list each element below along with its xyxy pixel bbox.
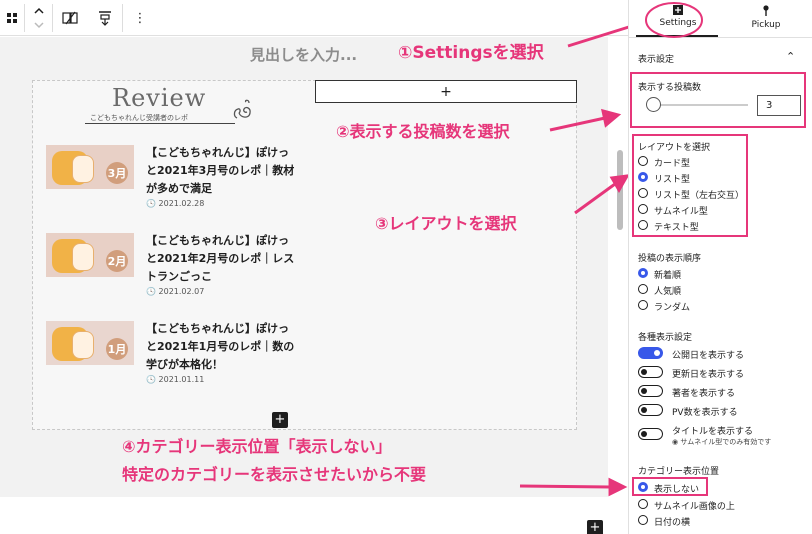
toggle-label: 公開日を表示する xyxy=(672,351,745,361)
layout-radio-card[interactable] xyxy=(638,156,648,166)
order-option-label: 人気順 xyxy=(654,287,682,297)
order-option-label: 新着順 xyxy=(654,271,682,281)
category-radio-hide[interactable] xyxy=(638,482,648,492)
post-count-slider-thumb[interactable] xyxy=(646,97,661,112)
highlight-circle xyxy=(645,2,703,38)
toggle-label: PV数を表示する xyxy=(672,408,738,418)
category-position-label: カテゴリー表示位置 xyxy=(638,467,720,477)
toggle-updated-date[interactable] xyxy=(638,366,663,378)
toggle-knob xyxy=(654,350,660,356)
order-radio-popular[interactable] xyxy=(638,284,648,294)
layout-option-label: リスト型 xyxy=(654,175,691,185)
toggle-knob xyxy=(641,407,647,413)
toggle-pv-count[interactable] xyxy=(638,404,663,416)
section-title[interactable]: 表示設定 xyxy=(638,52,674,65)
layout-label: レイアウトを選択 xyxy=(638,143,711,153)
toggle-label: タイトルを表示する xyxy=(672,427,754,437)
toggle-knob xyxy=(641,431,647,437)
order-option-label: ランダム xyxy=(654,303,691,313)
layout-radio-text[interactable] xyxy=(638,220,648,230)
editor-screen: ⋮ 見出しを入力... + Review こどもちゃれんじ受講者のレポ 3月 【… xyxy=(0,0,812,534)
layout-radio-thumbnail[interactable] xyxy=(638,204,648,214)
toggle-publish-date[interactable] xyxy=(638,347,663,359)
toggle-author[interactable] xyxy=(638,385,663,397)
layout-radio-list[interactable] xyxy=(638,172,648,182)
order-label: 投稿の表示順序 xyxy=(638,254,702,264)
tab-pickup[interactable]: Pickup xyxy=(728,0,804,37)
order-radio-random[interactable] xyxy=(638,300,648,310)
toggle-note: ◉ サムネイル型でのみ有効です xyxy=(672,438,772,446)
category-option-label: 表示しない xyxy=(654,485,700,495)
layout-option-label: テキスト型 xyxy=(654,223,699,233)
toggle-knob xyxy=(641,369,647,375)
pin-icon xyxy=(728,5,804,20)
category-radio-above-thumbnail[interactable] xyxy=(638,499,648,509)
toggle-title[interactable] xyxy=(638,428,663,440)
toggle-note-text: サムネイル型でのみ有効です xyxy=(680,438,772,446)
order-radio-newest[interactable] xyxy=(638,268,648,278)
layout-option-label: サムネイル型 xyxy=(654,207,708,217)
toggle-label: 更新日を表示する xyxy=(672,370,745,380)
toggle-knob xyxy=(641,388,647,394)
toggle-label: 著者を表示する xyxy=(672,389,736,399)
post-count-input[interactable]: 3 xyxy=(757,95,801,116)
layout-option-label: カード型 xyxy=(654,159,691,169)
display-label: 各種表示設定 xyxy=(638,333,693,343)
layout-option-label: リスト型（左右交互） xyxy=(654,191,745,201)
category-radio-beside-date[interactable] xyxy=(638,515,648,525)
chevron-up-icon[interactable]: ⌃ xyxy=(786,50,795,63)
category-option-label: 日付の横 xyxy=(654,518,691,528)
category-option-label: サムネイル画像の上 xyxy=(654,502,735,512)
post-count-label: 表示する投稿数 xyxy=(638,83,702,93)
tab-pickup-label: Pickup xyxy=(751,20,781,30)
layout-radio-list-alternate[interactable] xyxy=(638,188,648,198)
post-count-slider-track[interactable] xyxy=(648,104,748,106)
